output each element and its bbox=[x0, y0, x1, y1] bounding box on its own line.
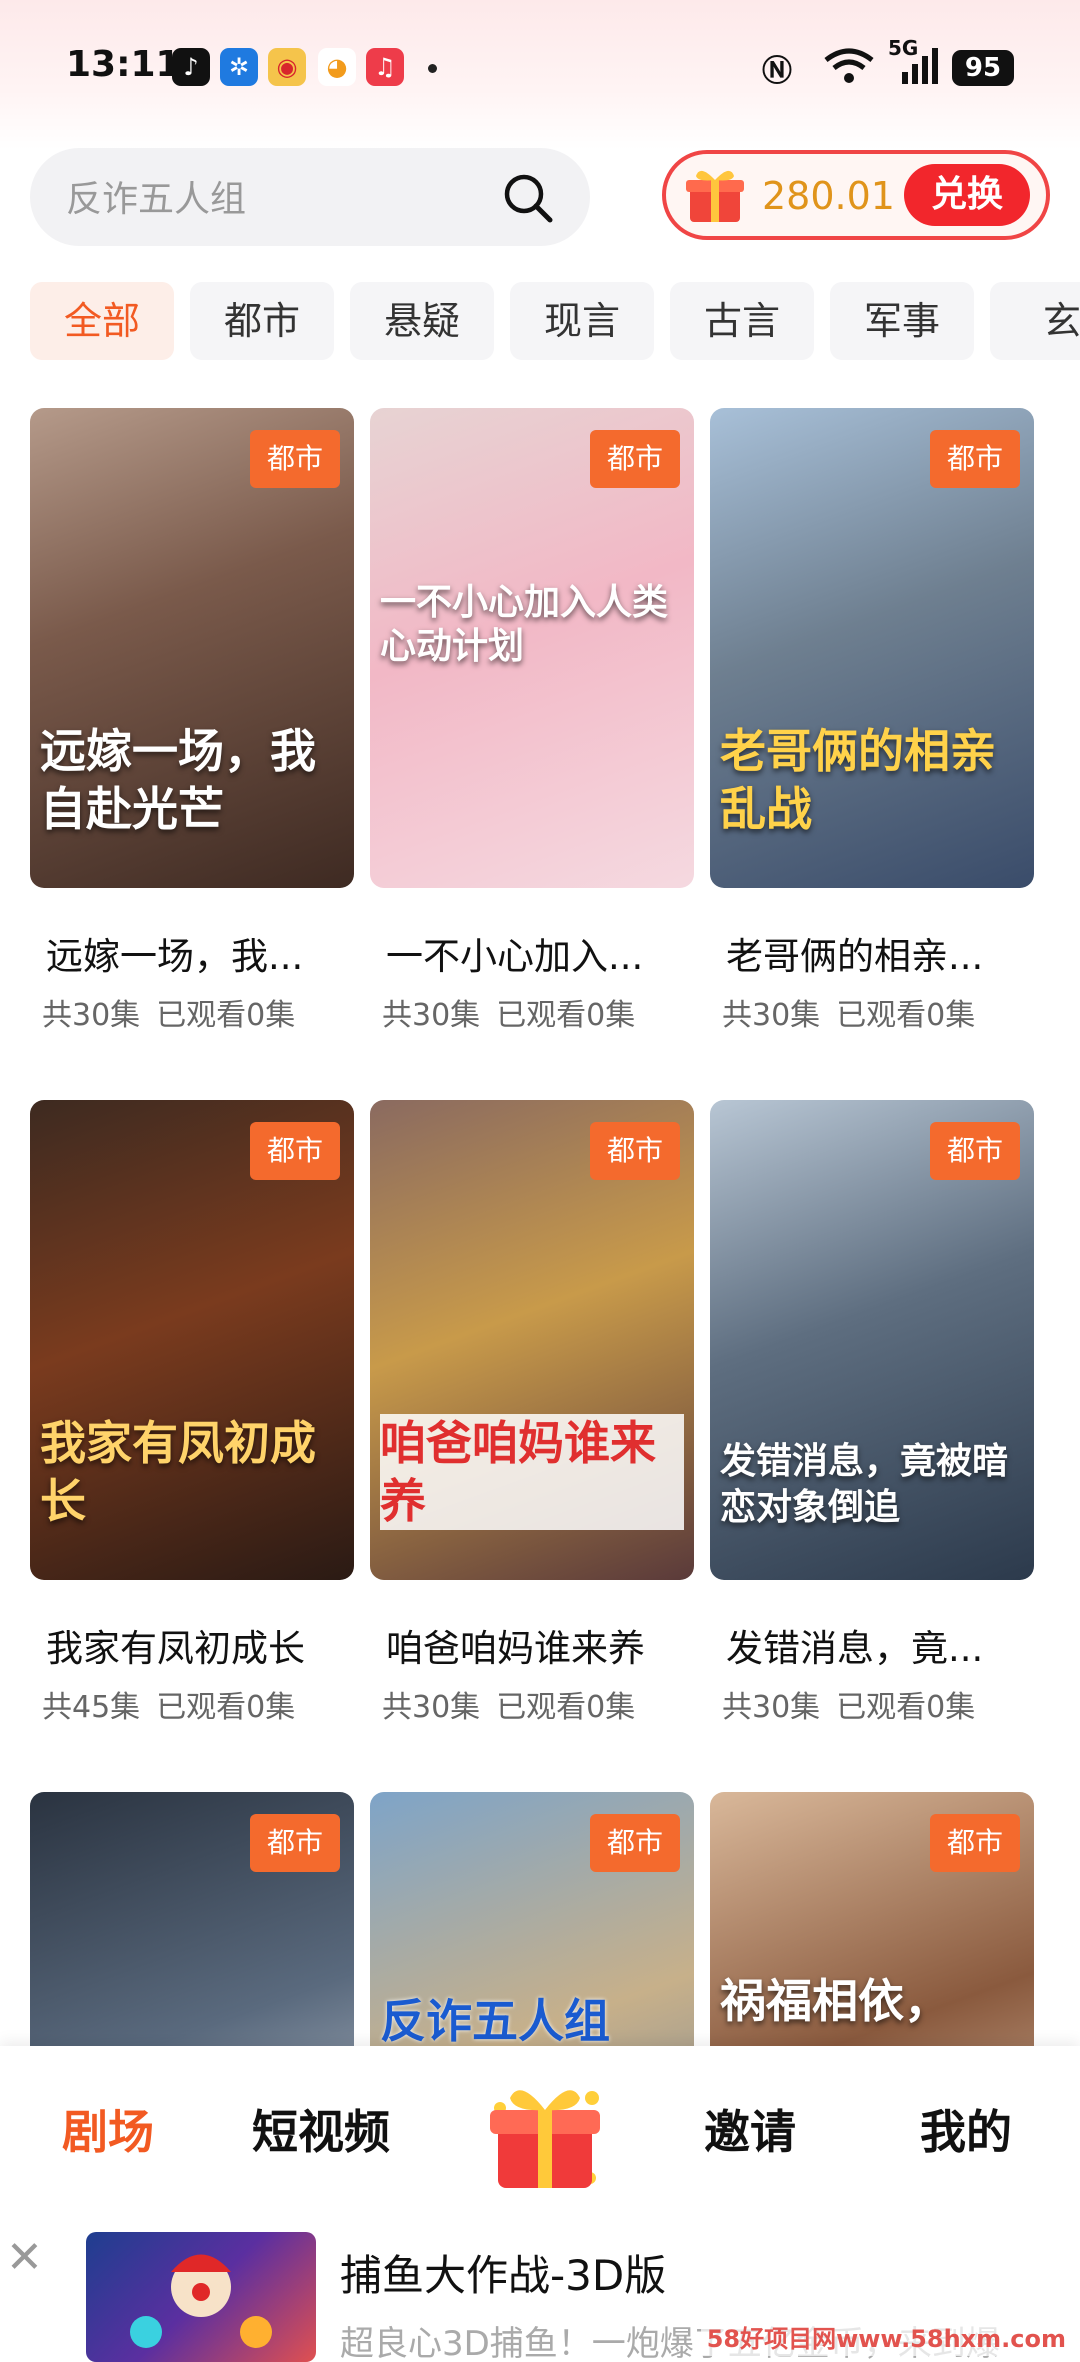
battery-indicator: 95 bbox=[952, 50, 1014, 86]
watched-count: 已观看0集 bbox=[496, 1690, 636, 1725]
genre-tag: 都市 bbox=[590, 1814, 680, 1872]
genre-tag: 都市 bbox=[930, 1814, 1020, 1872]
tab-fantasy[interactable]: 玄 bbox=[990, 282, 1080, 360]
drama-card[interactable]: 都市 发错消息，竟被暗恋对象倒追 发错消息，竟... 共30集 已观看0集 bbox=[710, 1100, 1034, 1726]
drama-title: 咱爸咱妈谁来养 bbox=[386, 1627, 645, 1670]
watched-count: 已观看0集 bbox=[496, 998, 636, 1033]
ad-banner[interactable]: ✕ 捕鱼大作战-3D版 超良心3D捕鱼！一炮爆了五亿金币，来到爆 58好项目网w… bbox=[0, 2216, 1080, 2362]
poster-title: 发错消息，竟被暗恋对象倒追 bbox=[720, 1440, 1009, 1528]
ad-thumbnail[interactable] bbox=[86, 2232, 316, 2362]
drama-poster[interactable]: 都市 咱爸咱妈谁来养 bbox=[370, 1100, 694, 1580]
status-bar: 13:11 ♪ ✲ ◉ ◕ ♫ Ⓝ 5G 95 bbox=[0, 30, 1080, 100]
episode-count: 共30集 bbox=[722, 1690, 821, 1725]
search-bar[interactable]: 反诈五人组 bbox=[30, 148, 590, 246]
nav-invite[interactable]: 邀请 bbox=[704, 2096, 796, 2162]
drama-card[interactable]: 都市 咱爸咱妈谁来养 咱爸咱妈谁来养 共30集 已观看0集 bbox=[370, 1100, 694, 1726]
drama-meta: 共30集 已观看0集 bbox=[30, 990, 354, 1034]
nfc-icon: Ⓝ bbox=[762, 54, 792, 89]
watched-count: 已观看0集 bbox=[156, 998, 296, 1033]
poster-title: 反诈五人组 bbox=[380, 1994, 610, 2048]
genre-tag: 都市 bbox=[930, 430, 1020, 488]
genre-tag: 都市 bbox=[250, 430, 340, 488]
drama-card[interactable]: 都市 一不小心加入人类心动计划 一不小心加入... 共30集 已观看0集 bbox=[370, 408, 694, 1034]
drama-meta: 共30集 已观看0集 bbox=[370, 1682, 694, 1726]
nav-mine[interactable]: 我的 bbox=[920, 2096, 1012, 2162]
drama-meta: 共30集 已观看0集 bbox=[710, 990, 1034, 1034]
search-input[interactable]: 反诈五人组 bbox=[66, 170, 246, 222]
episode-count: 共30集 bbox=[42, 998, 141, 1033]
drama-card[interactable]: 都市 我家有凤初成长 我家有凤初成长 共45集 已观看0集 bbox=[30, 1100, 354, 1726]
drama-poster[interactable]: 都市 一不小心加入人类心动计划 bbox=[370, 408, 694, 888]
drama-poster[interactable]: 都市 我家有凤初成长 bbox=[30, 1100, 354, 1580]
tab-ancient-romance[interactable]: 古言 bbox=[670, 282, 814, 360]
tab-military[interactable]: 军事 bbox=[830, 282, 974, 360]
poster-title: 我家有凤初成长 bbox=[40, 1416, 316, 1528]
pinwheel-icon: ✲ bbox=[220, 48, 258, 86]
gift-icon[interactable] bbox=[480, 2068, 610, 2198]
nav-short-video[interactable]: 短视频 bbox=[252, 2096, 390, 2162]
genre-tag: 都市 bbox=[250, 1814, 340, 1872]
clown-icon bbox=[130, 2254, 272, 2348]
drama-card[interactable]: 都市 远嫁一场，我自赴光芒 远嫁一场，我... 共30集 已观看0集 bbox=[30, 408, 354, 1034]
genre-tag: 都市 bbox=[930, 1122, 1020, 1180]
tab-all[interactable]: 全部 bbox=[30, 282, 174, 360]
poster-title: 远嫁一场，我自赴光芒 bbox=[40, 724, 316, 836]
notification-dot bbox=[428, 64, 437, 73]
tab-suspense[interactable]: 悬疑 bbox=[350, 282, 494, 360]
tab-modern-romance[interactable]: 现言 bbox=[510, 282, 654, 360]
episode-count: 共30集 bbox=[382, 998, 481, 1033]
drama-title: 一不小心加入... bbox=[386, 935, 644, 978]
coin-value: 280.01 bbox=[762, 174, 895, 218]
search-icon[interactable] bbox=[500, 170, 556, 226]
watched-count: 已观看0集 bbox=[156, 1690, 296, 1725]
poster-title: 一不小心加入人类心动计划 bbox=[380, 581, 669, 667]
poster-title: 祸福相依， bbox=[720, 1974, 950, 2028]
drama-poster[interactable]: 都市 发错消息，竟被暗恋对象倒追 bbox=[710, 1100, 1034, 1580]
weibo-icon: ◉ bbox=[268, 48, 306, 86]
episode-count: 共30集 bbox=[382, 1690, 481, 1725]
episode-count: 共45集 bbox=[42, 1690, 141, 1725]
watermark: 58好项目网www.58hxm.com bbox=[700, 2317, 1072, 2356]
duck-icon: ◕ bbox=[318, 48, 356, 86]
drama-title: 我家有凤初成长 bbox=[46, 1627, 305, 1670]
tab-urban[interactable]: 都市 bbox=[190, 282, 334, 360]
gift-icon bbox=[686, 170, 744, 222]
episode-count: 共30集 bbox=[722, 998, 821, 1033]
watched-count: 已观看0集 bbox=[836, 1690, 976, 1725]
wifi-icon bbox=[822, 46, 876, 94]
drama-card[interactable]: 都市 老哥俩的相亲乱战 老哥俩的相亲... 共30集 已观看0集 bbox=[710, 408, 1034, 1034]
genre-tag: 都市 bbox=[250, 1122, 340, 1180]
nav-theater[interactable]: 剧场 bbox=[62, 2096, 154, 2162]
music-icon: ♫ bbox=[366, 48, 404, 86]
category-tabs: 全部 都市 悬疑 现言 古言 军事玄 bbox=[30, 282, 1080, 360]
genre-tag: 都市 bbox=[590, 1122, 680, 1180]
drama-title: 老哥俩的相亲... bbox=[726, 935, 984, 978]
poster-title: 老哥俩的相亲乱战 bbox=[720, 724, 996, 836]
coin-balance-box[interactable]: 280.01 兑换 bbox=[662, 150, 1050, 240]
drama-title: 远嫁一场，我... bbox=[46, 935, 304, 978]
close-icon[interactable]: ✕ bbox=[6, 2232, 43, 2283]
watched-count: 已观看0集 bbox=[836, 998, 976, 1033]
signal-icon bbox=[900, 46, 940, 94]
redeem-button[interactable]: 兑换 bbox=[904, 164, 1030, 226]
douyin-icon: ♪ bbox=[172, 48, 210, 86]
drama-poster[interactable]: 都市 远嫁一场，我自赴光芒 bbox=[30, 408, 354, 888]
ad-title[interactable]: 捕鱼大作战-3D版 bbox=[340, 2242, 666, 2303]
drama-poster[interactable]: 都市 老哥俩的相亲乱战 bbox=[710, 408, 1034, 888]
drama-meta: 共30集 已观看0集 bbox=[710, 1682, 1034, 1726]
genre-tag: 都市 bbox=[590, 430, 680, 488]
drama-meta: 共45集 已观看0集 bbox=[30, 1682, 354, 1726]
drama-meta: 共30集 已观看0集 bbox=[370, 990, 694, 1034]
status-time: 13:11 bbox=[66, 44, 181, 85]
poster-title: 咱爸咱妈谁来养 bbox=[380, 1414, 684, 1530]
drama-title: 发错消息，竟... bbox=[726, 1627, 984, 1670]
